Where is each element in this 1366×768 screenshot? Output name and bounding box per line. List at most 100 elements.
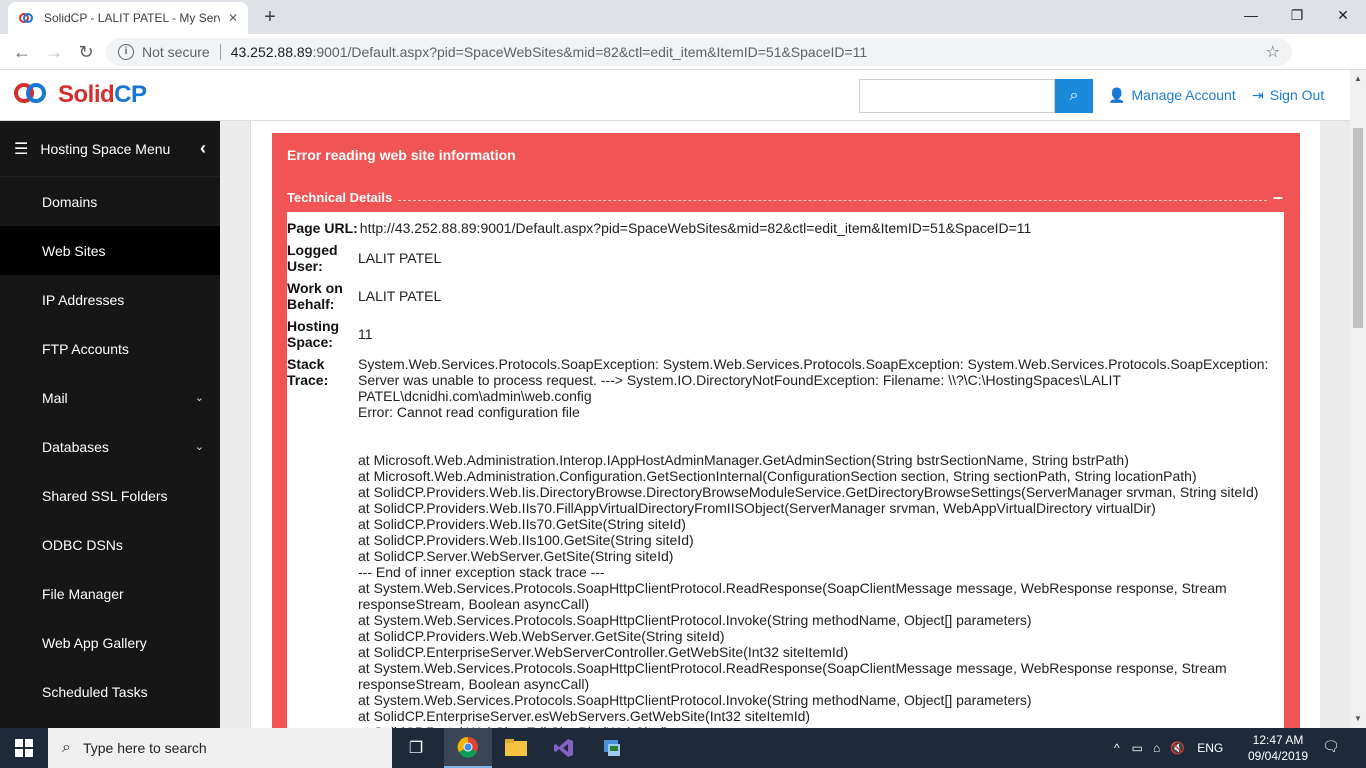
maximize-button[interactable]: ❐	[1274, 4, 1320, 28]
sidebar-item-file-manager[interactable]: File Manager	[0, 569, 220, 618]
url-host: 43.252.88.89	[230, 44, 313, 60]
window-close-button[interactable]: ✕	[1320, 4, 1366, 28]
sidebar-item-web-sites[interactable]: Web Sites	[0, 226, 220, 275]
sidebar-item-databases[interactable]: Databases ⌄	[0, 422, 220, 471]
user-icon: 👤	[1108, 87, 1126, 103]
logged-user-label: Logged User:	[287, 242, 338, 274]
sidebar-item-web-app-gallery[interactable]: Web App Gallery	[0, 618, 220, 667]
collapse-chevron-icon[interactable]: ‹	[200, 138, 206, 159]
minimize-button[interactable]: —	[1228, 4, 1274, 28]
system-tray: ^ ▭ ⌂ 🔇 ENG	[1114, 728, 1223, 768]
error-panel: Error reading web site information Techn…	[272, 133, 1300, 728]
web-page: SolidCP ⌕ 👤 Manage Account ⇥ Sign Out ☰ Ho…	[0, 70, 1350, 728]
solidcp-logo[interactable]: SolidCP	[14, 80, 147, 110]
notifications-icon[interactable]: 🗨	[1322, 738, 1340, 755]
not-secure-label[interactable]: Not secure	[142, 44, 210, 60]
stack-trace-row: Stack Trace: System.Web.Services.Protoco…	[287, 356, 1284, 728]
search-icon: ⌕	[62, 739, 71, 756]
menu-list-icon: ☰	[14, 140, 29, 158]
file-explorer-icon[interactable]	[492, 728, 540, 768]
tab-title: SolidCP - LALIT PATEL - My Serve	[44, 11, 220, 25]
technical-details-body: Page URL: http://43.252.88.89:9001/Defau…	[287, 212, 1284, 728]
logged-user-value: LALIT PATEL	[358, 250, 442, 266]
browser-tab[interactable]: SolidCP - LALIT PATEL - My Serve ✕	[8, 2, 248, 34]
search-button[interactable]: ⌕	[1055, 79, 1093, 113]
page-scrollbar[interactable]: ▲ ▼	[1350, 70, 1366, 728]
solidcp-favicon-icon	[19, 13, 33, 23]
sidebar-item-label: File Manager	[42, 585, 124, 602]
page-url-value: http://43.252.88.89:9001/Default.aspx?pi…	[359, 220, 1032, 236]
hosting-space-value: 11	[358, 326, 373, 342]
browser-toolbar: ← → ↻ i Not secure 43.252.88.89:9001/Def…	[0, 34, 1366, 98]
volume-mute-icon[interactable]: 🔇	[1170, 741, 1185, 755]
taskbar-search-placeholder: Type here to search	[82, 740, 207, 756]
scroll-up-icon[interactable]: ▲	[1354, 74, 1362, 83]
start-button[interactable]	[0, 728, 48, 768]
new-tab-button[interactable]: +	[258, 6, 282, 30]
url-path: :9001/Default.aspx?pid=SpaceWebSites&mid…	[312, 44, 868, 60]
main-content: Error reading web site information Techn…	[250, 121, 1320, 728]
sidebar-item-mail[interactable]: Mail ⌄	[0, 373, 220, 422]
taskbar-search[interactable]: ⌕ Type here to search	[48, 728, 392, 768]
search-icon: ⌕	[1069, 87, 1079, 104]
sidebar-item-ftp-accounts[interactable]: FTP Accounts	[0, 324, 220, 373]
sidebar-title: Hosting Space Menu	[40, 140, 171, 157]
omnibox-separator	[219, 44, 221, 60]
browser-tab-strip: SolidCP - LALIT PATEL - My Serve ✕ + — ❐…	[0, 0, 1366, 34]
info-icon[interactable]: i	[118, 44, 134, 60]
reload-icon[interactable]: ↻	[74, 41, 98, 63]
page-url-row: Page URL: http://43.252.88.89:9001/Defau…	[287, 220, 1284, 236]
chevron-down-icon[interactable]: ⌄	[195, 440, 204, 453]
address-bar[interactable]: i Not secure 43.252.88.89:9001/Default.a…	[106, 38, 1292, 66]
sidebar-item-label: Domains	[42, 193, 98, 210]
taskbar-clock[interactable]: 12:47 AM 09/04/2019	[1246, 732, 1310, 764]
sidebar-item-shared-ssl-folders[interactable]: Shared SSL Folders	[0, 471, 220, 520]
technical-details-toggle[interactable]: Technical Details –	[287, 187, 1285, 208]
sign-out-icon: ⇥	[1252, 87, 1264, 103]
sidebar-item-domains[interactable]: Domains	[0, 177, 220, 226]
sidebar-item-label: FTP Accounts	[42, 340, 129, 357]
sign-out-link[interactable]: ⇥ Sign Out	[1252, 87, 1324, 104]
sidebar-item-scheduled-tasks[interactable]: Scheduled Tasks	[0, 667, 220, 716]
task-view-icon[interactable]: ❐	[392, 728, 440, 768]
sidebar-header[interactable]: ☰ Hosting Space Menu ‹	[0, 121, 220, 177]
clock-time: 12:47 AM	[1252, 733, 1304, 747]
sidebar-item-label: Databases	[42, 438, 109, 455]
forward-arrow-icon[interactable]: →	[42, 41, 66, 63]
search-input[interactable]	[859, 79, 1055, 113]
bookmark-star-icon[interactable]: ☆	[1266, 42, 1280, 62]
windows-logo-icon	[15, 739, 33, 757]
error-title: Error reading web site information	[287, 147, 516, 163]
battery-icon[interactable]: ▭	[1132, 741, 1143, 755]
network-icon[interactable]: ⌂	[1153, 741, 1160, 755]
back-arrow-icon[interactable]: ←	[10, 41, 34, 63]
logged-user-row: Logged User: LALIT PATEL	[287, 242, 1284, 274]
visual-studio-icon[interactable]	[540, 728, 588, 768]
collapse-minus-icon[interactable]: –	[1273, 187, 1283, 208]
scroll-down-icon[interactable]: ▼	[1354, 714, 1362, 723]
sidebar-item-label: ODBC DSNs	[42, 536, 123, 553]
dashed-divider	[398, 200, 1267, 201]
sidebar-item-label: IP Addresses	[42, 291, 125, 308]
remote-desktop-icon[interactable]	[588, 728, 636, 768]
chrome-icon[interactable]	[444, 728, 492, 768]
hosting-space-row: Hosting Space: 11	[287, 318, 1284, 350]
sidebar-item-label: Shared SSL Folders	[42, 487, 168, 504]
scrollbar-thumb[interactable]	[1353, 128, 1363, 328]
chevron-down-icon[interactable]: ⌄	[195, 391, 204, 404]
stack-trace-label: Stack Trace:	[287, 356, 329, 388]
behalf-label: Work on Behalf:	[287, 280, 343, 312]
sidebar-item-odbc-dsns[interactable]: ODBC DSNs	[0, 520, 220, 569]
sidebar-item-label: Mail	[42, 389, 68, 406]
page-url-label: Page URL:	[287, 220, 358, 236]
language-indicator[interactable]: ENG	[1197, 741, 1223, 755]
manage-account-link[interactable]: 👤 Manage Account	[1108, 87, 1236, 104]
behalf-row: Work on Behalf: LALIT PATEL	[287, 280, 1284, 312]
technical-details-label: Technical Details	[287, 190, 393, 205]
logo-text: SolidCP	[58, 81, 147, 108]
chrome-logo-icon	[457, 736, 478, 758]
tab-close-icon[interactable]: ✕	[228, 11, 238, 25]
tray-overflow-icon[interactable]: ^	[1114, 741, 1120, 755]
hosting-space-label: Hosting Space:	[287, 318, 340, 350]
sidebar-item-ip-addresses[interactable]: IP Addresses	[0, 275, 220, 324]
